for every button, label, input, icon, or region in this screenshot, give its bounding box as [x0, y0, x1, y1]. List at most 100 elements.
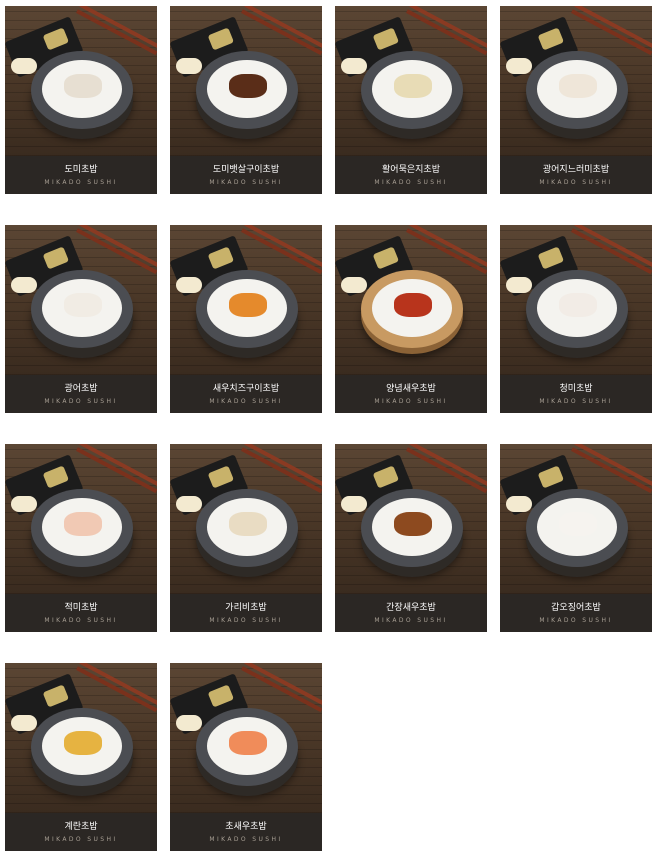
sushi-piece — [394, 293, 432, 317]
red-shrimp-sushi-photo[interactable] — [5, 444, 157, 594]
menu-item-name: 광어지느러미초밥 — [542, 165, 610, 175]
chopsticks — [409, 444, 487, 487]
pickled-ginger — [11, 496, 37, 512]
menu-item-card[interactable]: 청미초밥 MIKADO SUSHI — [500, 225, 652, 413]
sushi-piece — [559, 74, 597, 98]
plate-surface — [207, 279, 287, 337]
menu-item-caption: 새우치즈구이초밥 MIKADO SUSHI — [170, 375, 322, 413]
sushi-plate — [526, 489, 628, 567]
menu-item-name: 광어초밥 — [64, 384, 98, 394]
menu-item-card[interactable]: 간장새우초밥 MIKADO SUSHI — [335, 444, 487, 632]
sushi-piece — [394, 74, 432, 98]
sushi-plate — [361, 51, 463, 129]
flatfish-sushi-photo[interactable] — [5, 225, 157, 375]
chopsticks — [574, 225, 652, 268]
raw-fish-aged-kimchi-sushi-photo[interactable] — [335, 6, 487, 156]
vinegar-shrimp-sushi-photo[interactable] — [170, 663, 322, 813]
menu-item-card[interactable]: 양념새우초밥 MIKADO SUSHI — [335, 225, 487, 413]
pickled-ginger — [176, 496, 202, 512]
menu-item-caption: 적미초밥 MIKADO SUSHI — [5, 594, 157, 632]
menu-item-caption: 활어묵은지초밥 MIKADO SUSHI — [335, 156, 487, 194]
sushi-piece — [229, 731, 267, 755]
chopsticks — [244, 225, 322, 268]
sushi-plate — [196, 270, 298, 348]
chopsticks — [574, 444, 652, 487]
sushi-plate — [31, 489, 133, 567]
sushi-piece — [64, 512, 102, 536]
sushi-plate — [526, 270, 628, 348]
menu-item-name: 적미초밥 — [64, 603, 98, 613]
menu-item-card[interactable]: 초새우초밥 MIKADO SUSHI — [170, 663, 322, 851]
menu-item-brand: MIKADO SUSHI — [44, 836, 118, 843]
sushi-piece — [559, 293, 597, 317]
sushi-plate — [31, 270, 133, 348]
menu-item-card[interactable]: 적미초밥 MIKADO SUSHI — [5, 444, 157, 632]
sushi-piece — [559, 512, 597, 536]
menu-item-name: 초새우초밥 — [225, 822, 267, 832]
shrimp-sushi-photo[interactable] — [500, 225, 652, 375]
menu-item-caption: 도미초밥 MIKADO SUSHI — [5, 156, 157, 194]
soy-shrimp-sushi-photo[interactable] — [335, 444, 487, 594]
pickled-ginger — [11, 58, 37, 74]
menu-item-brand: MIKADO SUSHI — [44, 617, 118, 624]
sushi-plate — [361, 270, 463, 348]
sushi-piece — [394, 512, 432, 536]
sushi-piece — [64, 293, 102, 317]
menu-item-brand: MIKADO SUSHI — [374, 179, 448, 186]
sushi-piece — [64, 731, 102, 755]
menu-item-caption: 도미뱃살구이초밥 MIKADO SUSHI — [170, 156, 322, 194]
sea-bream-sushi-photo[interactable] — [5, 6, 157, 156]
menu-item-card[interactable]: 새우치즈구이초밥 MIKADO SUSHI — [170, 225, 322, 413]
grilled-shrimp-cheese-sushi-photo[interactable] — [170, 225, 322, 375]
plate-surface — [537, 498, 617, 556]
pickled-ginger — [506, 277, 532, 293]
menu-item-card[interactable]: 도미뱃살구이초밥 MIKADO SUSHI — [170, 6, 322, 194]
plate-surface — [207, 717, 287, 775]
menu-item-card[interactable]: 가리비초밥 MIKADO SUSHI — [170, 444, 322, 632]
menu-item-card[interactable]: 광어지느러미초밥 MIKADO SUSHI — [500, 6, 652, 194]
menu-item-caption: 갑오징어초밥 MIKADO SUSHI — [500, 594, 652, 632]
chopsticks — [409, 225, 487, 268]
cuttlefish-sushi-photo[interactable] — [500, 444, 652, 594]
chopsticks — [244, 444, 322, 487]
menu-item-name: 양념새우초밥 — [386, 384, 436, 394]
egg-sushi-photo[interactable] — [5, 663, 157, 813]
menu-item-card[interactable]: 활어묵은지초밥 MIKADO SUSHI — [335, 6, 487, 194]
menu-item-name: 간장새우초밥 — [386, 603, 436, 613]
menu-item-name: 계란초밥 — [64, 822, 98, 832]
chopsticks — [244, 663, 322, 706]
menu-item-caption: 초새우초밥 MIKADO SUSHI — [170, 813, 322, 851]
chopsticks — [79, 225, 157, 268]
sushi-piece — [229, 293, 267, 317]
chopsticks — [574, 6, 652, 49]
flatfish-fin-sushi-photo[interactable] — [500, 6, 652, 156]
pickled-ginger — [176, 715, 202, 731]
menu-item-brand: MIKADO SUSHI — [539, 398, 613, 405]
plate-surface — [537, 60, 617, 118]
menu-item-brand: MIKADO SUSHI — [209, 398, 283, 405]
menu-item-brand: MIKADO SUSHI — [209, 179, 283, 186]
menu-item-card[interactable]: 광어초밥 MIKADO SUSHI — [5, 225, 157, 413]
seasoned-shrimp-sushi-photo[interactable] — [335, 225, 487, 375]
sushi-plate — [196, 51, 298, 129]
sushi-plate — [31, 51, 133, 129]
menu-item-name: 도미초밥 — [64, 165, 98, 175]
menu-item-card[interactable]: 갑오징어초밥 MIKADO SUSHI — [500, 444, 652, 632]
sushi-plate — [196, 708, 298, 786]
menu-item-caption: 계란초밥 MIKADO SUSHI — [5, 813, 157, 851]
menu-item-brand: MIKADO SUSHI — [539, 179, 613, 186]
menu-item-brand: MIKADO SUSHI — [539, 617, 613, 624]
menu-item-caption: 광어지느러미초밥 MIKADO SUSHI — [500, 156, 652, 194]
menu-item-brand: MIKADO SUSHI — [374, 617, 448, 624]
sushi-plate — [361, 489, 463, 567]
menu-grid: 도미초밥 MIKADO SUSHI 도미뱃살구이초밥 MIKADO SUSHI 활어묵은… — [5, 6, 655, 851]
menu-item-card[interactable]: 도미초밥 MIKADO SUSHI — [5, 6, 157, 194]
sushi-plate — [526, 51, 628, 129]
sushi-piece — [229, 74, 267, 98]
chopsticks — [79, 6, 157, 49]
grilled-sea-bream-belly-sushi-photo[interactable] — [170, 6, 322, 156]
chopsticks — [79, 444, 157, 487]
menu-item-card[interactable]: 계란초밥 MIKADO SUSHI — [5, 663, 157, 851]
scallop-sushi-photo[interactable] — [170, 444, 322, 594]
menu-item-caption: 양념새우초밥 MIKADO SUSHI — [335, 375, 487, 413]
